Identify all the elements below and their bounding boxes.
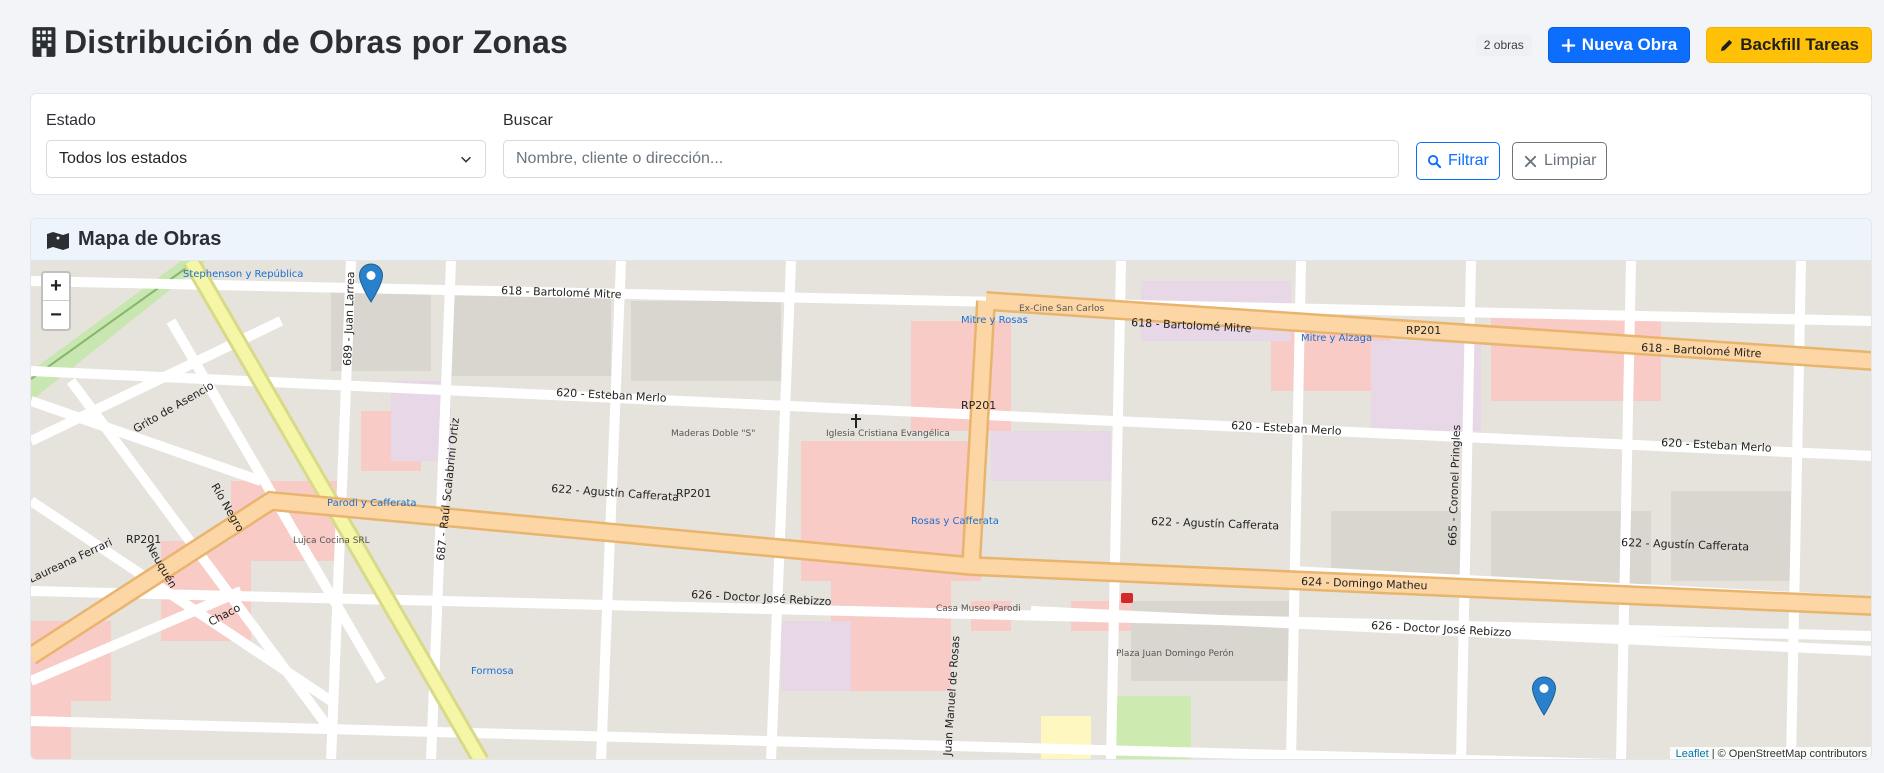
place-formosa: Formosa bbox=[471, 666, 514, 677]
map-pin-icon bbox=[1531, 676, 1557, 716]
map-attribution: Leaflet | © OpenStreetMap contributors bbox=[1669, 747, 1871, 760]
obras-count-badge: 2 obras bbox=[1475, 34, 1532, 56]
estado-selected-value: Todos los estados bbox=[59, 150, 188, 167]
map-card-header: Mapa de Obras bbox=[31, 219, 1871, 261]
place-stephenson: Stephenson y República bbox=[183, 268, 303, 280]
road-shield-rp201: RP201 bbox=[961, 399, 996, 412]
place-plaza: Plaza Juan Domingo Perón bbox=[1116, 648, 1234, 659]
filter-button-label: Filtrar bbox=[1448, 152, 1489, 169]
place-casamuseo: Casa Museo Parodi bbox=[936, 604, 1021, 614]
close-icon bbox=[1524, 155, 1537, 167]
clear-button-label: Limpiar bbox=[1544, 152, 1597, 169]
new-obra-button[interactable]: Nueva Obra bbox=[1547, 27, 1691, 63]
obra-marker-2[interactable] bbox=[1531, 676, 1557, 716]
place-iglesia: Iglesia Cristiana Evangélica bbox=[826, 428, 950, 439]
estado-select[interactable]: Todos los estados bbox=[46, 140, 486, 178]
road-shield-rp201-3: RP201 bbox=[1406, 324, 1441, 337]
place-maderas: Maderas Doble "S" bbox=[671, 429, 755, 439]
map-icon bbox=[47, 231, 69, 250]
map-canvas[interactable]: 618 - Bartolomé Mitre 618 - Bartolomé Mi… bbox=[31, 261, 1871, 760]
map-pin-icon bbox=[358, 263, 384, 303]
osm-attribution-text: | © OpenStreetMap contributors bbox=[1711, 748, 1867, 760]
place-mitrerosas: Mitre y Rosas bbox=[961, 315, 1028, 326]
map-title: Mapa de Obras bbox=[78, 228, 222, 250]
leaflet-link[interactable]: Leaflet bbox=[1676, 748, 1709, 759]
search-placeholder: Nombre, cliente o dirección... bbox=[516, 150, 724, 167]
chevron-down-icon bbox=[461, 156, 471, 163]
page-title: Distribución de Obras por Zonas bbox=[30, 22, 568, 62]
estado-label: Estado bbox=[46, 112, 96, 129]
place-excine: Ex-Cine San Carlos bbox=[1019, 304, 1104, 314]
clear-button[interactable]: Limpiar bbox=[1512, 142, 1608, 180]
obra-marker-1[interactable] bbox=[358, 263, 384, 303]
page-header: Distribución de Obras por Zonas 2 obras … bbox=[30, 20, 1872, 64]
pencil-icon bbox=[1721, 39, 1733, 51]
backfill-tareas-button[interactable]: Backfill Tareas bbox=[1706, 27, 1872, 63]
filter-button[interactable]: Filtrar bbox=[1416, 142, 1500, 180]
place-parodi: Parodi y Cafferata bbox=[327, 498, 417, 509]
place-rosascafferata: Rosas y Cafferata bbox=[911, 516, 999, 527]
zoom-out-button[interactable]: − bbox=[43, 301, 69, 329]
filter-card: Estado Todos los estados Buscar Nombre, … bbox=[30, 93, 1872, 195]
page-title-text: Distribución de Obras por Zonas bbox=[64, 24, 569, 60]
zoom-control: + − bbox=[41, 271, 71, 331]
building-icon bbox=[32, 27, 56, 57]
new-obra-label: Nueva Obra bbox=[1581, 35, 1678, 54]
place-mitrealzaga: Mitre y Alzaga bbox=[1301, 333, 1372, 344]
map-tiles: 618 - Bartolomé Mitre 618 - Bartolomé Mi… bbox=[31, 261, 1871, 759]
search-icon bbox=[1427, 154, 1442, 168]
place-lujca: Lujca Cocina SRL bbox=[293, 536, 370, 546]
road-shield-rp201-2: RP201 bbox=[676, 487, 711, 500]
buscar-label: Buscar bbox=[503, 112, 553, 129]
zoom-in-button[interactable]: + bbox=[43, 273, 69, 301]
plus-icon bbox=[1561, 38, 1576, 52]
search-input[interactable]: Nombre, cliente o dirección... bbox=[503, 140, 1399, 178]
backfill-label: Backfill Tareas bbox=[1740, 35, 1859, 54]
map-card: Mapa de Obras 618 - Bartolomé Mitre 618 … bbox=[30, 218, 1872, 760]
